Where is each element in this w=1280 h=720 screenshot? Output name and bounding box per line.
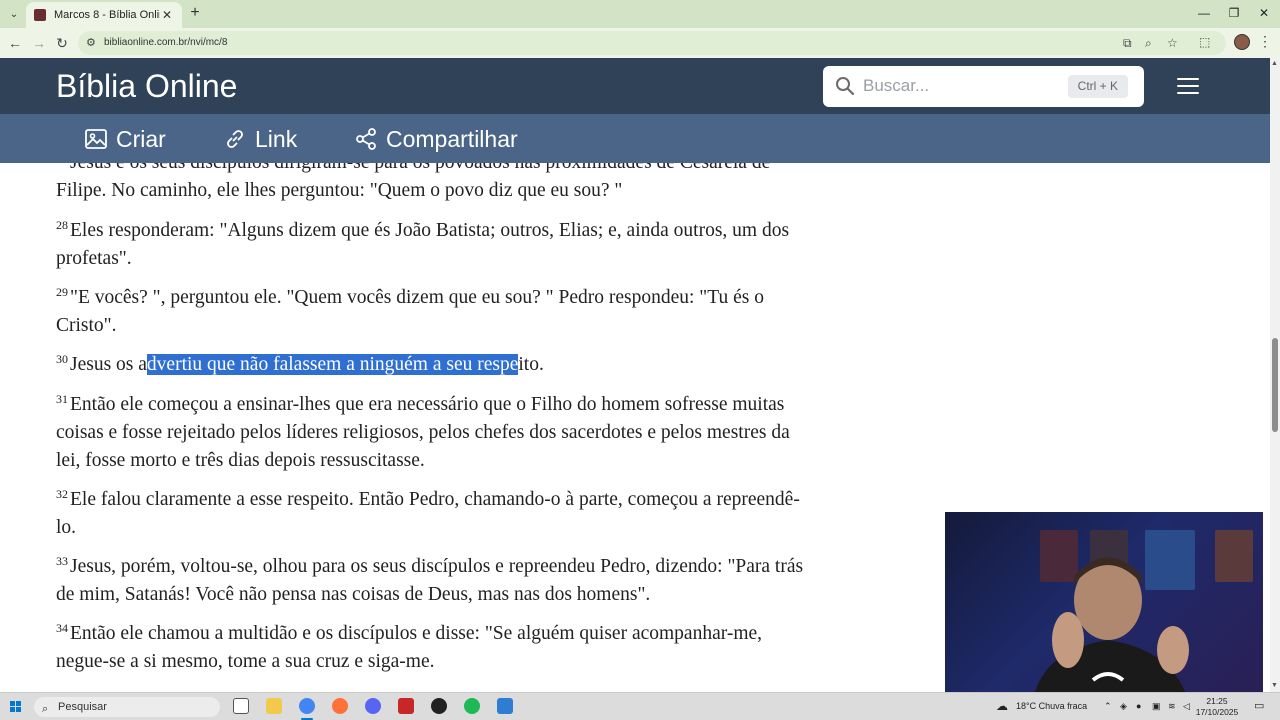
share-icon xyxy=(356,128,376,150)
search-shortcut-badge: Ctrl + K xyxy=(1067,75,1128,98)
verse-number: 29 xyxy=(56,284,68,299)
create-label: Criar xyxy=(116,125,166,152)
windows-taskbar: ⌕ Pesquisar ☁ 18°C Chuva fraca ⌃ ◈ ● ▣ ≋… xyxy=(0,692,1280,720)
page-scrollbar[interactable]: ▲ ▼ xyxy=(1270,58,1280,692)
site-header: Bíblia Online Buscar... Ctrl + K xyxy=(0,58,1270,114)
browser-menu-icon[interactable]: ⋮ xyxy=(1258,33,1272,50)
browser-tabstrip: ⌄ Marcos 8 - Bíblia Online - NVI ✕ + — ❐… xyxy=(0,0,1280,28)
weather-text[interactable]: 18°C Chuva fraca xyxy=(1016,701,1087,711)
obs-icon[interactable] xyxy=(431,698,447,714)
hamburger-menu-icon[interactable] xyxy=(1177,78,1199,96)
verse-number: 30 xyxy=(56,351,68,366)
verse-number: 31 xyxy=(56,391,68,406)
verse-text: Então ele chamou a multidão e os discípu… xyxy=(56,623,763,672)
reload-icon[interactable]: ↻ xyxy=(53,34,71,52)
url-text: bibliaonline.com.br/nvi/mc/8 xyxy=(104,37,228,48)
discord-icon[interactable] xyxy=(365,698,381,714)
system-clock[interactable]: 21:25 17/10/2025 xyxy=(1193,696,1241,718)
tray-app-icon[interactable]: ▣ xyxy=(1152,701,1161,712)
share-button[interactable]: Compartilhar xyxy=(354,124,518,154)
network-icon[interactable]: ◈ xyxy=(1120,701,1127,712)
zoom-icon[interactable]: ⌕ xyxy=(1145,36,1152,51)
site-info-icon[interactable]: ⚙ xyxy=(86,36,96,49)
search-input[interactable]: Buscar... Ctrl + K xyxy=(823,66,1144,107)
streamer-silhouette xyxy=(1035,557,1189,692)
bookmark-star-icon[interactable]: ☆ xyxy=(1167,36,1178,50)
browser-toolbar: ← → ↻ ⚙ bibliaonline.com.br/nvi/mc/8 ⧉ ⌕… xyxy=(0,28,1280,58)
tray-overflow-icon[interactable]: ⌃ xyxy=(1104,701,1112,712)
tab-search-chevron-icon[interactable]: ⌄ xyxy=(4,4,24,24)
app-icon[interactable] xyxy=(497,698,513,714)
link-button[interactable]: Link xyxy=(223,124,297,154)
verse-34[interactable]: 34 Então ele chamou a multidão e os discí… xyxy=(56,620,806,676)
tab-close-icon[interactable]: ✕ xyxy=(160,8,174,22)
volume-icon[interactable]: ◁ xyxy=(1183,701,1190,712)
app-icon[interactable] xyxy=(398,698,414,714)
search-placeholder: Buscar... xyxy=(863,76,930,95)
verse-31[interactable]: 31 Então ele começou a ensinar-lhes que e… xyxy=(56,391,806,475)
wifi-icon[interactable]: ≋ xyxy=(1168,701,1176,712)
search-icon xyxy=(836,77,855,96)
verse-number: 28 xyxy=(56,217,68,232)
favicon-icon xyxy=(34,9,46,21)
site-logo[interactable]: Bíblia Online xyxy=(56,68,237,105)
verse-text: Eles responderam: "Alguns dizem que és J… xyxy=(56,220,790,269)
verse-text: Jesus, porém, voltou-se, olhou para os s… xyxy=(56,556,804,605)
file-explorer-icon[interactable] xyxy=(266,698,282,714)
verse-33[interactable]: 33 Jesus, porém, voltou-se, olhou para os… xyxy=(56,553,806,609)
new-tab-button[interactable]: + xyxy=(186,4,204,22)
verse-30[interactable]: 30 Jesus os advertiu que não falassem a n… xyxy=(56,351,806,379)
install-app-icon[interactable]: ⧉ xyxy=(1123,36,1132,51)
windows-start-icon[interactable] xyxy=(10,701,22,713)
link-icon xyxy=(227,130,243,148)
forward-arrow-icon[interactable]: → xyxy=(30,34,48,52)
verse-text: "E vocês? ", perguntou ele. "Quem vocês … xyxy=(56,287,764,336)
back-arrow-icon[interactable]: ← xyxy=(6,34,24,52)
close-window-button[interactable]: ✕ xyxy=(1252,4,1276,22)
minimize-button[interactable]: — xyxy=(1192,4,1216,22)
verse-29[interactable]: 29 "E vocês? ", perguntou ele. "Quem você… xyxy=(56,284,806,340)
verse-text-after: ito. xyxy=(518,354,544,375)
link-label: Link xyxy=(255,125,298,152)
verse-text-before: Jesus os a xyxy=(70,354,147,375)
weather-icon[interactable]: ☁ xyxy=(996,699,1008,713)
create-button[interactable]: Criar xyxy=(84,124,166,154)
search-icon: ⌕ xyxy=(42,703,49,715)
verse-action-bar: Criar Link Compartilhar xyxy=(0,114,1270,163)
address-bar[interactable]: ⚙ bibliaonline.com.br/nvi/mc/8 ⧉ ⌕ ☆ xyxy=(78,31,1226,55)
clock-date: 17/10/2025 xyxy=(1195,707,1239,717)
clock-time: 21:25 xyxy=(1206,696,1228,706)
firefox-icon[interactable] xyxy=(332,698,348,714)
verse-number: 34 xyxy=(56,620,68,635)
scrollbar-thumb[interactable] xyxy=(1272,338,1278,432)
verse-text: Jesus e os seus discípulos dirigiram-se … xyxy=(56,163,770,201)
extensions-icon[interactable]: ⬚ xyxy=(1199,35,1210,49)
notifications-icon[interactable]: ▭ xyxy=(1254,699,1264,712)
verse-27[interactable]: 27Jesus e os seus discípulos dirigiram-s… xyxy=(56,163,806,205)
profile-avatar[interactable] xyxy=(1234,34,1250,50)
verse-number: 27 xyxy=(56,163,68,164)
spotify-icon[interactable] xyxy=(464,698,480,714)
verse-number: 32 xyxy=(56,486,68,501)
taskbar-search-input[interactable]: ⌕ Pesquisar xyxy=(34,697,220,717)
image-icon xyxy=(85,129,107,149)
verse-28[interactable]: 28 Eles responderam: "Alguns dizem que és… xyxy=(56,217,806,273)
tab-title: Marcos 8 - Bíblia Online - NVI xyxy=(54,9,160,21)
selected-text[interactable]: dvertiu que não falassem a ninguém a seu… xyxy=(146,354,519,375)
browser-tab-active[interactable]: Marcos 8 - Bíblia Online - NVI ✕ xyxy=(26,2,182,28)
verse-text: Ele falou claramente a esse respeito. En… xyxy=(56,489,800,538)
scroll-up-icon[interactable]: ▲ xyxy=(1271,60,1278,67)
share-label: Compartilhar xyxy=(386,125,518,152)
webcam-overlay xyxy=(945,512,1263,692)
restore-button[interactable]: ❐ xyxy=(1222,4,1246,22)
taskbar-search-placeholder: Pesquisar xyxy=(58,701,107,713)
scroll-down-icon[interactable]: ▼ xyxy=(1271,682,1278,689)
chrome-icon[interactable] xyxy=(299,698,315,714)
microphone-icon[interactable]: ● xyxy=(1136,701,1141,711)
verse-32[interactable]: 32 Ele falou claramente a esse respeito. … xyxy=(56,486,806,542)
verse-text: Então ele começou a ensinar-lhes que era… xyxy=(56,394,790,471)
verse-number: 33 xyxy=(56,553,68,568)
task-view-icon[interactable] xyxy=(233,698,249,714)
